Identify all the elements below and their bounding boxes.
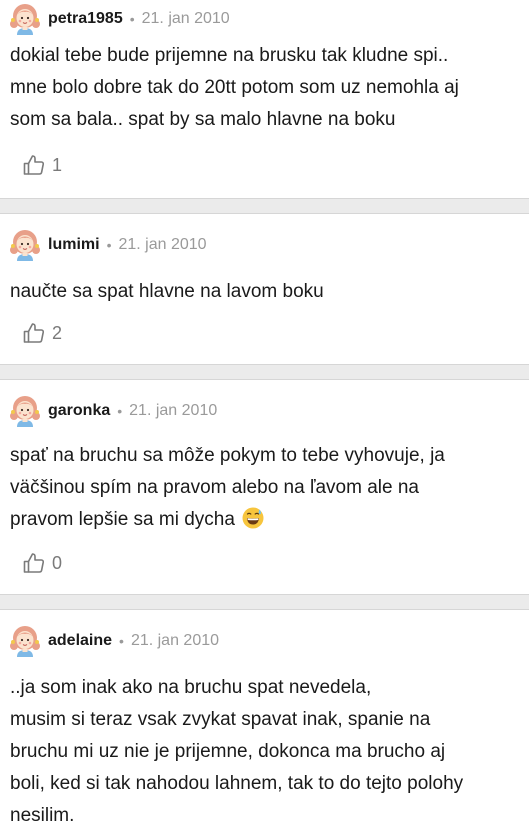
comment-username[interactable]: adelaine bbox=[48, 632, 112, 650]
comment-item: garonka • 21. jan 2010 spať na bruchu sa… bbox=[0, 392, 529, 582]
comment-line: nesilim. bbox=[10, 805, 75, 826]
comment-line: bruchu mi uz nie je prijemne, dokonca ma… bbox=[10, 741, 446, 762]
comment-line-with-emoji: pravom lepšie sa mi dycha bbox=[10, 504, 520, 536]
comment-item: adelaine • 21. jan 2010 ..ja som inak ak… bbox=[0, 622, 529, 832]
comment-body: naučte sa spat hlavne na lavom boku bbox=[10, 276, 520, 308]
comment-line: dokial tebe bude prijemne na brusku tak … bbox=[10, 45, 449, 66]
comment-line: ..ja som inak ako na bruchu spat nevedel… bbox=[10, 677, 372, 698]
like-button[interactable]: 2 bbox=[22, 314, 520, 352]
comment-username[interactable]: petra1985 bbox=[48, 10, 123, 28]
like-count: 1 bbox=[52, 154, 63, 175]
comment-feed: petra1985 • 21. jan 2010 dokial tebe bud… bbox=[0, 0, 529, 832]
girl-avatar-icon[interactable] bbox=[10, 229, 40, 261]
meta-separator: • bbox=[106, 237, 112, 253]
comment-line: väčšinou spím na pravom alebo na ľavom a… bbox=[10, 477, 419, 498]
comment-line: spať na bruchu sa môže pokym to tebe vyh… bbox=[10, 445, 445, 466]
comment-header: petra1985 • 21. jan 2010 bbox=[10, 0, 520, 38]
like-count: 0 bbox=[52, 552, 63, 573]
thumbs-up-icon[interactable] bbox=[22, 153, 46, 177]
comment-divider bbox=[0, 198, 529, 214]
comment-date: 21. jan 2010 bbox=[130, 632, 220, 649]
comment-date: 21. jan 2010 bbox=[129, 402, 218, 419]
comment-header: adelaine • 21. jan 2010 bbox=[10, 622, 520, 660]
comment-line: mne bolo dobre tak do 20tt potom som uz … bbox=[10, 77, 459, 98]
grinning-sweat-emoji-icon bbox=[242, 507, 264, 529]
comment-header: lumimi • 21. jan 2010 bbox=[10, 226, 520, 264]
comment-date: 21. jan 2010 bbox=[141, 10, 230, 27]
like-button[interactable]: 1 bbox=[22, 146, 520, 184]
comment-username[interactable]: lumimi bbox=[48, 236, 100, 254]
like-count: 2 bbox=[52, 322, 63, 343]
comment-item: lumimi • 21. jan 2010 naučte sa spat hla… bbox=[0, 226, 529, 352]
comment-header: garonka • 21. jan 2010 bbox=[10, 392, 520, 430]
thumbs-up-icon[interactable] bbox=[22, 321, 46, 345]
comment-body: spať na bruchu sa môže pokym to tebe vyh… bbox=[10, 440, 520, 536]
comment-divider bbox=[0, 364, 529, 380]
meta-separator: • bbox=[117, 403, 123, 419]
like-button[interactable]: 0 bbox=[22, 544, 520, 582]
comment-body: dokial tebe bude prijemne na brusku tak … bbox=[10, 40, 520, 136]
comment-line: som sa bala.. spat by sa malo hlavne na … bbox=[10, 109, 396, 130]
comment-line: boli, ked si tak nahodou lahnem, tak to … bbox=[10, 773, 464, 794]
girl-avatar-icon[interactable] bbox=[10, 625, 40, 657]
comment-date: 21. jan 2010 bbox=[118, 236, 207, 253]
girl-avatar-icon[interactable] bbox=[10, 395, 40, 427]
comment-line: musim si teraz vsak zvykat spavat inak, … bbox=[10, 709, 431, 730]
meta-separator: • bbox=[119, 633, 124, 649]
comment-item: petra1985 • 21. jan 2010 dokial tebe bud… bbox=[0, 0, 529, 184]
thumbs-up-icon[interactable] bbox=[22, 551, 46, 575]
comment-line: pravom lepšie sa mi dycha bbox=[10, 509, 235, 530]
girl-avatar-icon[interactable] bbox=[10, 3, 40, 35]
comment-divider bbox=[0, 594, 529, 610]
comment-username[interactable]: garonka bbox=[48, 402, 110, 420]
comment-body: ..ja som inak ako na bruchu spat nevedel… bbox=[10, 672, 520, 832]
meta-separator: • bbox=[129, 11, 135, 27]
comment-line: naučte sa spat hlavne na lavom boku bbox=[10, 281, 324, 302]
